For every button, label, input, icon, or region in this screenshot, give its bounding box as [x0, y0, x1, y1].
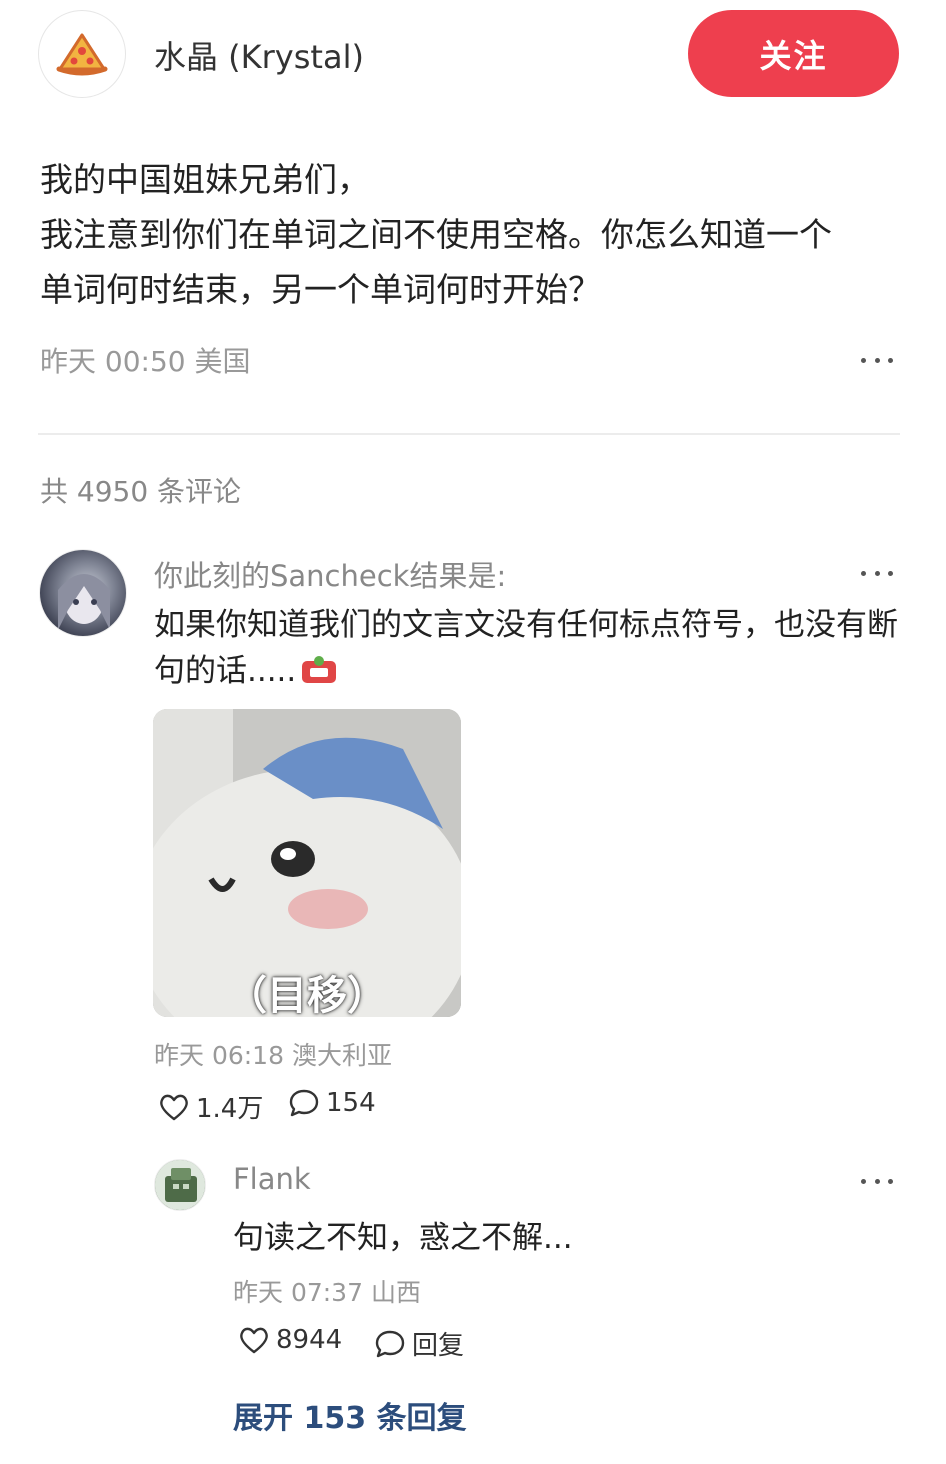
comment-meta: 昨天 06:18 澳大利亚	[154, 1041, 392, 1070]
image-caption: （目移）	[227, 973, 387, 1017]
pizza-slice-icon	[56, 33, 108, 76]
post-line: 我的中国姐妹兄弟们，	[40, 160, 370, 199]
reply-user-name[interactable]: Flank	[233, 1162, 311, 1196]
comment-count: 共 4950 条评论	[40, 475, 242, 508]
reply-text: 句读之不知，惑之不解...	[233, 1220, 573, 1256]
comment-line-2: 句的话.....	[154, 648, 899, 694]
commenter-avatar[interactable]	[39, 549, 127, 637]
comment-more-icon[interactable]	[857, 558, 897, 588]
follow-button[interactable]: 关注	[688, 10, 899, 97]
author-name[interactable]: 水晶 (Krystal)	[154, 32, 364, 78]
commenter-name[interactable]: 你此刻的Sancheck结果是:	[154, 553, 506, 595]
reply-like-count: 8944	[276, 1325, 343, 1355]
reply-like-button[interactable]: 8944	[238, 1325, 342, 1355]
like-count: 1.4万	[196, 1094, 264, 1124]
comment-reply-button[interactable]: 154	[288, 1088, 376, 1118]
post-meta: 昨天 00:50 美国	[40, 345, 251, 378]
divider	[38, 433, 900, 435]
robot-avatar-icon	[155, 1160, 205, 1210]
comment-line: 如果你知道我们的文言文没有任何标点符号，也没有断	[154, 607, 898, 643]
red-sticker-icon	[302, 656, 337, 683]
reply-reply-button[interactable]: 回复	[374, 1325, 464, 1362]
reply-meta: 昨天 07:37 山西	[233, 1278, 421, 1307]
post-body: 我的中国姐妹兄弟们， 我注意到你们在单词之间不使用空格。你怎么知道一个 单词何时…	[40, 152, 910, 317]
post-header: 水晶 (Krystal) 关注	[0, 0, 946, 110]
reply-label: 回复	[412, 1331, 465, 1361]
post-line: 单词何时结束，另一个单词何时开始？	[40, 270, 601, 309]
heart-icon	[160, 1094, 188, 1120]
reply-avatar[interactable]	[154, 1159, 206, 1211]
chat-bubble-icon	[375, 1330, 405, 1357]
comment-image[interactable]: （目移）	[153, 709, 461, 1017]
reply-more-icon[interactable]	[857, 1166, 897, 1196]
comment-text: 如果你知道我们的文言文没有任何标点符号，也没有断 句的话.....	[154, 602, 899, 694]
chat-bubble-icon	[289, 1089, 319, 1117]
heart-icon	[240, 1327, 268, 1354]
anime-avatar-icon	[58, 574, 110, 630]
post-more-icon[interactable]	[857, 345, 897, 375]
reply-count: 154	[326, 1088, 376, 1118]
author-avatar[interactable]	[38, 10, 126, 98]
post-line: 我注意到你们在单词之间不使用空格。你怎么知道一个	[40, 215, 832, 254]
expand-replies-link[interactable]: 展开 153 条回复	[233, 1393, 467, 1437]
comment-like-button[interactable]: 1.4万	[158, 1088, 263, 1125]
